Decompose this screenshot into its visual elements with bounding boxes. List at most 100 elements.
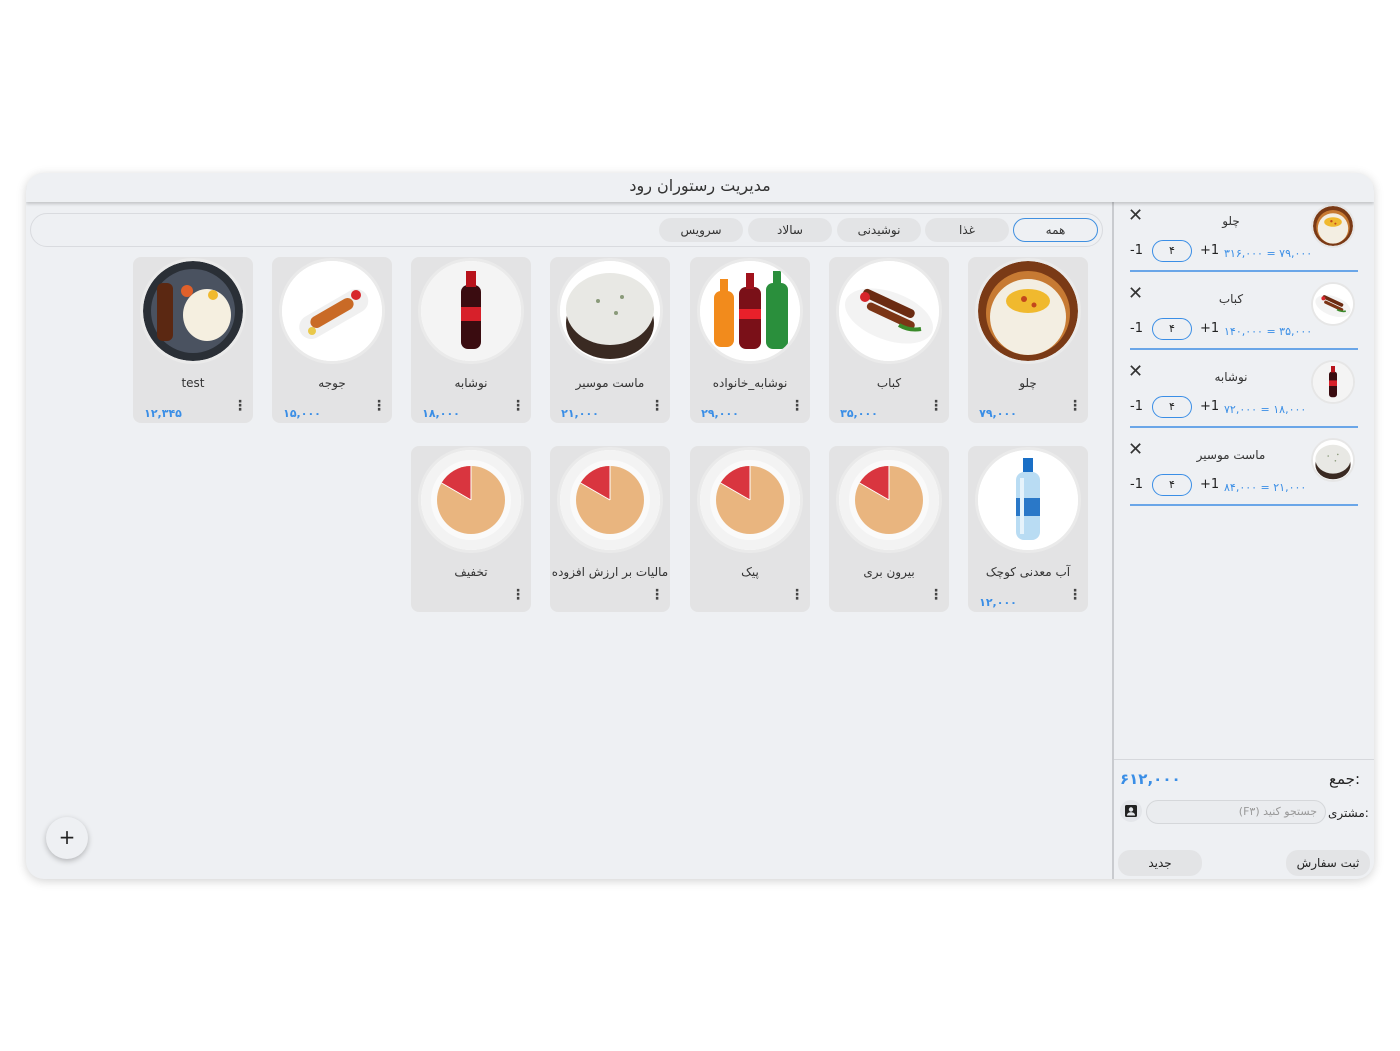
line-total: ۲۱,۰۰۰ = ۸۴,۰۰۰ [1224, 481, 1307, 494]
product-card[interactable]: آب معدنی کوچک ۱۲,۰۰۰ ⋮ [968, 446, 1088, 612]
row-divider [1130, 270, 1358, 272]
category-tabs: سرویس سالاد نوشیدنی غذا همه [30, 213, 1103, 247]
quantity-field[interactable]: ۴ [1152, 474, 1192, 496]
line-total: ۳۵,۰۰۰ = ۱۴۰,۰۰۰ [1224, 325, 1313, 338]
product-price: ۲۱,۰۰۰ [561, 407, 599, 420]
product-card[interactable]: کباب ۳۵,۰۰۰ ⋮ [829, 257, 949, 423]
more-menu-icon[interactable]: ⋮ [1068, 397, 1082, 415]
product-name: نوشابه_خانواده [712, 376, 788, 390]
product-image [560, 261, 660, 361]
more-menu-icon[interactable]: ⋮ [233, 397, 247, 415]
product-card[interactable]: جوجه ۱۵,۰۰۰ ⋮ [272, 257, 392, 423]
tab-salad[interactable]: سالاد [748, 218, 832, 242]
more-menu-icon[interactable]: ⋮ [790, 586, 804, 604]
product-name: نوشابه [454, 376, 488, 390]
quantity-field[interactable]: ۴ [1152, 240, 1192, 262]
order-item-name: چلو [1222, 214, 1240, 228]
decrease-qty-button[interactable]: -1 [1130, 399, 1143, 414]
placeholder-image [421, 450, 521, 550]
tab-services[interactable]: سرویس [659, 218, 743, 242]
customer-label: مشتری: [1328, 806, 1369, 820]
decrease-qty-button[interactable]: -1 [1130, 243, 1143, 258]
product-name: پیک [741, 565, 759, 579]
product-area: سرویس سالاد نوشیدنی غذا همه چلو ۷۹,۰۰۰ ⋮ کب… [26, 203, 1112, 879]
tab-food[interactable]: غذا [925, 218, 1009, 242]
placeholder-image [839, 450, 939, 550]
remove-item-icon[interactable]: ✕ [1128, 283, 1143, 304]
remove-item-icon[interactable]: ✕ [1128, 439, 1143, 460]
total-label: جمع: [1329, 770, 1360, 788]
product-image [282, 261, 382, 361]
decrease-qty-button[interactable]: -1 [1130, 477, 1143, 492]
product-image [978, 261, 1078, 361]
more-menu-icon[interactable]: ⋮ [929, 586, 943, 604]
line-total: ۷۹,۰۰۰ = ۳۱۶,۰۰۰ [1224, 247, 1313, 260]
order-item-name: نوشابه [1214, 370, 1248, 384]
product-name: کباب [876, 376, 902, 390]
product-name: test [181, 376, 205, 390]
more-menu-icon[interactable]: ⋮ [929, 397, 943, 415]
product-card[interactable]: بیرون بری ⋮ [829, 446, 949, 612]
product-image [839, 261, 939, 361]
contact-icon[interactable] [1120, 800, 1142, 822]
product-card[interactable]: مالیات بر ارزش افزوده ⋮ [550, 446, 670, 612]
more-menu-icon[interactable]: ⋮ [650, 397, 664, 415]
placeholder-image [560, 450, 660, 550]
tab-drinks[interactable]: نوشیدنی [837, 218, 921, 242]
row-divider [1130, 348, 1358, 350]
app-window: مدیریت رستوران رود سرویس سالاد نوشیدنی غ… [26, 173, 1374, 879]
remove-item-icon[interactable]: ✕ [1128, 361, 1143, 382]
order-footer: جمع: ۶۱۲,۰۰۰ مشتری: جستجو کنید (F۳) ثبت … [1114, 759, 1374, 879]
order-item-image [1313, 206, 1353, 246]
more-menu-icon[interactable]: ⋮ [511, 397, 525, 415]
product-card[interactable]: نوشابه_خانواده ۲۹,۰۰۰ ⋮ [690, 257, 810, 423]
product-price: ۱۵,۰۰۰ [283, 407, 321, 420]
increase-qty-button[interactable]: +1 [1200, 477, 1219, 492]
quantity-field[interactable]: ۴ [1152, 318, 1192, 340]
more-menu-icon[interactable]: ⋮ [790, 397, 804, 415]
quantity-field[interactable]: ۴ [1152, 396, 1192, 418]
order-item-image [1313, 362, 1353, 402]
product-price: ۲۹,۰۰۰ [701, 407, 739, 420]
remove-item-icon[interactable]: ✕ [1128, 205, 1143, 226]
total-value: ۶۱۲,۰۰۰ [1120, 770, 1181, 788]
product-card[interactable]: نوشابه ۱۸,۰۰۰ ⋮ [411, 257, 531, 423]
submit-order-button[interactable]: ثبت سفارش [1286, 850, 1370, 876]
product-card[interactable]: تخفیف ⋮ [411, 446, 531, 612]
new-order-button[interactable]: جدید [1118, 850, 1202, 876]
decrease-qty-button[interactable]: -1 [1130, 321, 1143, 336]
product-card[interactable]: پیک ⋮ [690, 446, 810, 612]
product-name: ماست موسیر [575, 376, 645, 390]
customer-search-input[interactable]: جستجو کنید (F۳) [1146, 800, 1326, 824]
more-menu-icon[interactable]: ⋮ [511, 586, 525, 604]
product-price: ۳۵,۰۰۰ [840, 407, 878, 420]
app-title: مدیریت رستوران رود [26, 173, 1374, 202]
more-menu-icon[interactable]: ⋮ [1068, 586, 1082, 604]
product-name: چلو [1019, 376, 1037, 390]
increase-qty-button[interactable]: +1 [1200, 399, 1219, 414]
order-item-name: کباب [1218, 292, 1244, 306]
order-item-image [1313, 440, 1353, 480]
product-name: مالیات بر ارزش افزوده [551, 565, 669, 579]
order-item: ✕ ماست موسیر -1 ۴ +1 ۲۱,۰۰۰ = ۸۴,۰۰۰ [1114, 436, 1374, 514]
product-image [143, 261, 243, 361]
product-price: ۷۹,۰۰۰ [979, 407, 1017, 420]
row-divider [1130, 426, 1358, 428]
order-item: ✕ چلو -1 ۴ +1 ۷۹,۰۰۰ = ۳۱۶,۰۰۰ [1114, 202, 1374, 280]
placeholder-image [700, 450, 800, 550]
order-item: ✕ نوشابه -1 ۴ +1 ۱۸,۰۰۰ = ۷۲,۰۰۰ [1114, 358, 1374, 436]
order-item: ✕ کباب -1 ۴ +1 ۳۵,۰۰۰ = ۱۴۰,۰۰۰ [1114, 280, 1374, 358]
more-menu-icon[interactable]: ⋮ [372, 397, 386, 415]
product-card[interactable]: چلو ۷۹,۰۰۰ ⋮ [968, 257, 1088, 423]
add-product-button[interactable]: + [46, 817, 88, 859]
product-name: آب معدنی کوچک [985, 565, 1071, 579]
increase-qty-button[interactable]: +1 [1200, 243, 1219, 258]
product-card[interactable]: ماست موسیر ۲۱,۰۰۰ ⋮ [550, 257, 670, 423]
more-menu-icon[interactable]: ⋮ [650, 586, 664, 604]
product-price: ۱۸,۰۰۰ [422, 407, 460, 420]
product-price: ۱۲,۳۴۵ [144, 407, 182, 420]
order-item-name: ماست موسیر [1196, 448, 1266, 462]
tab-all[interactable]: همه [1013, 218, 1098, 242]
product-card[interactable]: test ۱۲,۳۴۵ ⋮ [133, 257, 253, 423]
increase-qty-button[interactable]: +1 [1200, 321, 1219, 336]
